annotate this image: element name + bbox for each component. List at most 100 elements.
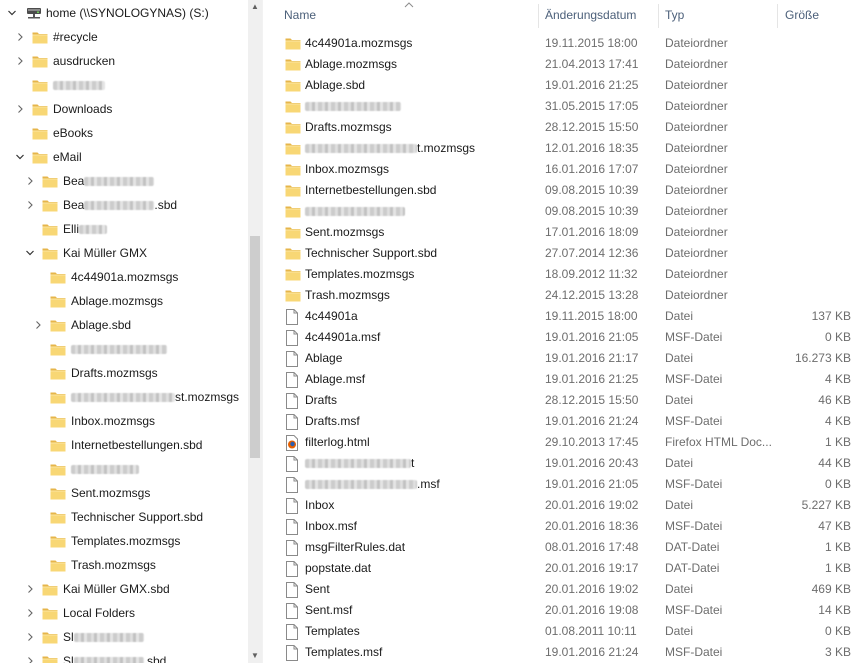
tree-item[interactable]: 4c44901a.mozmsgs xyxy=(0,266,248,288)
chevron-down-icon[interactable] xyxy=(7,8,17,18)
column-separator[interactable] xyxy=(538,4,539,28)
tree-item[interactable]: Kai Müller GMX.sbd xyxy=(0,578,248,600)
file-row[interactable]: Internetbestellungen.sbd 09.08.2015 10:39… xyxy=(263,180,855,201)
file-row[interactable]: Inbox 20.01.2016 19:02 Datei 5.227 KB xyxy=(263,495,855,516)
column-separator[interactable] xyxy=(658,4,659,28)
tree-item[interactable]: eBooks xyxy=(0,122,248,144)
file-row[interactable]: 4c44901a.msf 19.01.2016 21:05 MSF-Datei 0 K… xyxy=(263,327,855,348)
file-row[interactable]: 31.05.2015 17:05 Dateiordner xyxy=(263,96,855,117)
file-row[interactable]: Sent.mozmsgs 17.01.2016 18:09 Dateiordner xyxy=(263,222,855,243)
tree-item[interactable]: st.mozmsgs xyxy=(0,386,248,408)
tree-root-drive[interactable]: home (\\SYNOLOGYNAS) (S:) xyxy=(0,2,248,24)
tree-item-label: Internetbestellungen.sbd xyxy=(71,438,202,452)
file-row[interactable]: msgFilterRules.dat 08.01.2016 17:48 DAT-Da… xyxy=(263,537,855,558)
column-header-size[interactable]: Größe xyxy=(785,0,819,30)
chevron-down-icon[interactable] xyxy=(15,152,25,162)
file-row[interactable]: popstate.dat 20.01.2016 19:17 DAT-Datei 1 K… xyxy=(263,558,855,579)
file-row[interactable]: Drafts.mozmsgs 28.12.2015 15:50 Dateiordne… xyxy=(263,117,855,138)
tree-item[interactable]: Elli xyxy=(0,218,248,240)
chevron-right-icon[interactable] xyxy=(25,176,35,186)
tree-item[interactable]: ausdrucken xyxy=(0,50,248,72)
tree-scrollbar[interactable]: ▲ ▼ xyxy=(248,0,262,663)
file-row[interactable]: Templates.msf 19.01.2016 21:24 MSF-Datei 3 … xyxy=(263,642,855,663)
chevron-right-icon[interactable] xyxy=(15,32,25,42)
file-row[interactable]: Templates 01.08.2011 10:11 Datei 0 KB xyxy=(263,621,855,642)
file-row[interactable]: Templates.mozmsgs 18.09.2012 11:32 Dateior… xyxy=(263,264,855,285)
scrollbar-thumb[interactable] xyxy=(250,236,260,458)
file-icon xyxy=(285,624,301,640)
tree-item[interactable]: Ablage.sbd xyxy=(0,314,248,336)
file-row[interactable]: 4c44901a.mozmsgs 19.11.2015 18:00 Dateiord… xyxy=(263,33,855,54)
tree-item-text: Templates.mozmsgs xyxy=(71,534,181,548)
folder-icon xyxy=(32,103,48,116)
tree-item[interactable] xyxy=(0,74,248,96)
file-row[interactable]: t.mozmsgs 12.01.2016 18:35 Dateiordner xyxy=(263,138,855,159)
chevron-right-icon[interactable] xyxy=(25,632,35,642)
file-size: 1 KB xyxy=(824,561,851,575)
file-row[interactable]: Drafts 28.12.2015 15:50 Datei 46 KB xyxy=(263,390,855,411)
chevron-right-icon[interactable] xyxy=(25,608,35,618)
tree-item[interactable]: Sent.mozmsgs xyxy=(0,482,248,504)
scroll-down-arrow-icon[interactable]: ▼ xyxy=(248,649,262,663)
file-row[interactable]: Drafts.msf 19.01.2016 21:24 MSF-Datei 4 KB xyxy=(263,411,855,432)
tree-item[interactable]: Ablage.mozmsgs xyxy=(0,290,248,312)
chevron-right-icon[interactable] xyxy=(33,320,43,330)
file-row[interactable]: .msf 19.01.2016 21:05 MSF-Datei 0 KB xyxy=(263,474,855,495)
firefox-html-icon xyxy=(285,435,301,451)
tree-item[interactable]: Sl xyxy=(0,626,248,648)
file-row[interactable]: 09.08.2015 10:39 Dateiordner xyxy=(263,201,855,222)
file-row[interactable]: Ablage.mozmsgs 21.04.2013 17:41 Dateiordne… xyxy=(263,54,855,75)
column-header-name[interactable]: Name xyxy=(284,0,316,30)
chevron-right-icon[interactable] xyxy=(15,104,25,114)
tree-item[interactable] xyxy=(0,458,248,480)
column-header-type[interactable]: Typ xyxy=(665,0,684,30)
chevron-right-icon[interactable] xyxy=(25,200,35,210)
tree-item[interactable]: Internetbestellungen.sbd xyxy=(0,434,248,456)
tree-item[interactable]: Sl .sbd xyxy=(0,650,248,663)
file-row[interactable]: Trash.mozmsgs 24.12.2015 13:28 Dateiordner xyxy=(263,285,855,306)
tree-item[interactable]: Inbox.mozmsgs xyxy=(0,410,248,432)
folder-icon xyxy=(285,205,301,219)
file-row[interactable]: t 19.01.2016 20:43 Datei 44 KB xyxy=(263,453,855,474)
file-type: Dateiordner xyxy=(665,78,728,92)
file-row[interactable]: Ablage.msf 19.01.2016 21:25 MSF-Datei 4 KB xyxy=(263,369,855,390)
tree-item-label: #recycle xyxy=(53,30,98,44)
chevron-right-icon[interactable] xyxy=(25,656,35,663)
file-row[interactable]: Ablage 19.01.2016 21:17 Datei 16.273 KB xyxy=(263,348,855,369)
tree-item[interactable]: Technischer Support.sbd xyxy=(0,506,248,528)
file-type: Dateiordner xyxy=(665,141,728,155)
tree-item[interactable]: Bea .sbd xyxy=(0,194,248,216)
tree-item[interactable]: #recycle xyxy=(0,26,248,48)
folder-icon xyxy=(285,121,301,135)
column-header-date[interactable]: Änderungsdatum xyxy=(545,0,636,30)
tree-item[interactable]: Downloads xyxy=(0,98,248,120)
folder-icon xyxy=(42,199,58,212)
tree-item[interactable]: Drafts.mozmsgs xyxy=(0,362,248,384)
file-row[interactable]: Inbox.mozmsgs 16.01.2016 17:07 Dateiordner xyxy=(263,159,855,180)
chevron-down-icon[interactable] xyxy=(25,248,35,258)
file-row[interactable]: Sent.msf 20.01.2016 19:08 MSF-Datei 14 KB xyxy=(263,600,855,621)
tree-item[interactable]: Trash.mozmsgs xyxy=(0,554,248,576)
file-row[interactable]: Technischer Support.sbd 27.07.2014 12:36 D… xyxy=(263,243,855,264)
file-date: 31.05.2015 17:05 xyxy=(545,99,639,113)
tree-item[interactable]: eMail xyxy=(0,146,248,168)
file-row[interactable]: filterlog.html 29.10.2013 17:45 Firefox HT… xyxy=(263,432,855,453)
tree-item[interactable]: Local Folders xyxy=(0,602,248,624)
column-separator[interactable] xyxy=(777,4,778,28)
tree-item[interactable] xyxy=(0,338,248,360)
file-name: Ablage.mozmsgs xyxy=(305,54,397,75)
folder-icon xyxy=(285,163,301,177)
file-type: Dateiordner xyxy=(665,267,728,281)
tree-item[interactable]: Templates.mozmsgs xyxy=(0,530,248,552)
scroll-up-arrow-icon[interactable]: ▲ xyxy=(248,0,262,14)
file-type: Dateiordner xyxy=(665,99,728,113)
file-row[interactable]: 4c44901a 19.11.2015 18:00 Datei 137 KB xyxy=(263,306,855,327)
file-row[interactable]: Sent 20.01.2016 19:02 Datei 469 KB xyxy=(263,579,855,600)
chevron-right-icon[interactable] xyxy=(15,56,25,66)
file-row[interactable]: Inbox.msf 20.01.2016 18:36 MSF-Datei 47 KB xyxy=(263,516,855,537)
chevron-right-icon[interactable] xyxy=(25,584,35,594)
tree-item[interactable]: Bea xyxy=(0,170,248,192)
tree-item[interactable]: Kai Müller GMX xyxy=(0,242,248,264)
file-row[interactable]: Ablage.sbd 19.01.2016 21:25 Dateiordner xyxy=(263,75,855,96)
file-date: 18.09.2012 11:32 xyxy=(545,267,638,281)
